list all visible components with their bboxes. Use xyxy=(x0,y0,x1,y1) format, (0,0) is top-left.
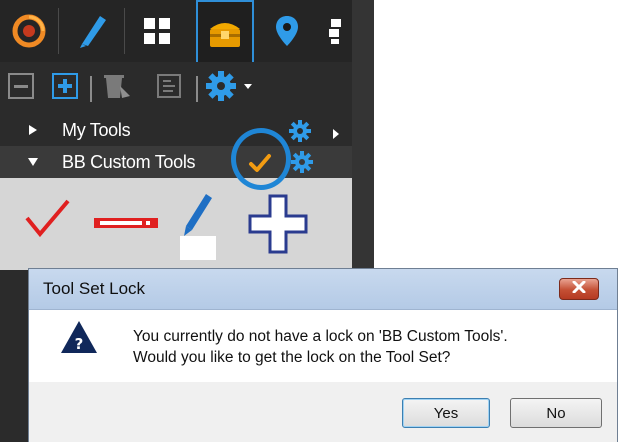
tab-layers[interactable] xyxy=(318,0,352,62)
dimension-line-tool[interactable] xyxy=(94,216,160,235)
tab-divider xyxy=(58,8,59,54)
expand-arrow-icon xyxy=(26,123,40,137)
pen-markup-icon xyxy=(78,14,108,48)
thumbnails-grid-icon xyxy=(142,16,172,46)
section-label: BB Custom Tools xyxy=(62,151,196,172)
toolbar-divider xyxy=(196,76,198,102)
gear-dropdown-icon xyxy=(206,70,266,106)
chevron-right-icon[interactable] xyxy=(332,124,340,145)
gear-icon[interactable] xyxy=(288,119,312,148)
tab-divider xyxy=(124,8,125,54)
checkmark-tool[interactable] xyxy=(24,198,70,243)
collapse-arrow-icon xyxy=(26,155,40,169)
no-button[interactable]: No xyxy=(510,398,602,428)
section-my-tools[interactable]: My Tools xyxy=(0,114,352,146)
panel-tab-bar xyxy=(0,0,352,62)
tab-markups[interactable] xyxy=(68,0,118,62)
properties-icon xyxy=(156,73,182,104)
properties-button[interactable] xyxy=(156,73,182,104)
tab-bluebeam[interactable] xyxy=(4,0,54,62)
tool-set-items xyxy=(0,178,352,270)
question-warning-icon: ? xyxy=(59,319,99,360)
dialog-message-line2: Would you like to get the lock on the To… xyxy=(133,349,451,366)
highlighter-tool[interactable] xyxy=(176,190,220,267)
tool-chest-toolbar xyxy=(0,62,352,114)
svg-text:?: ? xyxy=(75,335,84,353)
gear-icon[interactable] xyxy=(290,150,314,179)
bluebeam-logo-icon xyxy=(12,14,46,48)
collapse-all-button[interactable] xyxy=(8,72,34,104)
collapse-all-icon xyxy=(8,72,34,104)
crosshair-tool[interactable] xyxy=(246,192,310,261)
expand-all-button[interactable] xyxy=(52,72,78,104)
close-button[interactable] xyxy=(559,278,599,300)
tab-thumbnails[interactable] xyxy=(132,0,182,62)
section-label: My Tools xyxy=(62,119,131,140)
dimension-line-tool-icon xyxy=(94,217,160,234)
expand-all-icon xyxy=(52,72,78,104)
checkmark-tool-icon xyxy=(24,199,70,242)
layers-icon xyxy=(327,17,343,45)
close-icon xyxy=(572,280,586,298)
recycle-bin-button[interactable] xyxy=(100,74,132,102)
tab-places[interactable] xyxy=(262,0,312,62)
highlighter-tool-icon xyxy=(176,194,220,266)
tool-set-lock-dialog: Tool Set Lock ? You currently do not hav… xyxy=(28,268,618,442)
dialog-message-line1: You currently do not have a lock on 'BB … xyxy=(133,328,508,345)
dialog-title: Tool Set Lock xyxy=(43,279,146,298)
settings-dropdown-button[interactable] xyxy=(206,70,266,102)
section-bb-custom-tools[interactable]: BB Custom Tools xyxy=(0,146,352,178)
toolbar-divider xyxy=(90,76,92,102)
recycle-bin-icon xyxy=(100,72,132,105)
yes-button[interactable]: Yes xyxy=(402,398,490,428)
crosshair-tool-icon xyxy=(246,194,310,260)
tab-tool-chest[interactable] xyxy=(196,0,254,62)
tool-chest-icon xyxy=(206,15,244,49)
highlight-circle xyxy=(231,128,291,190)
dialog-titlebar[interactable]: Tool Set Lock xyxy=(29,269,617,310)
location-pin-icon xyxy=(274,14,300,48)
